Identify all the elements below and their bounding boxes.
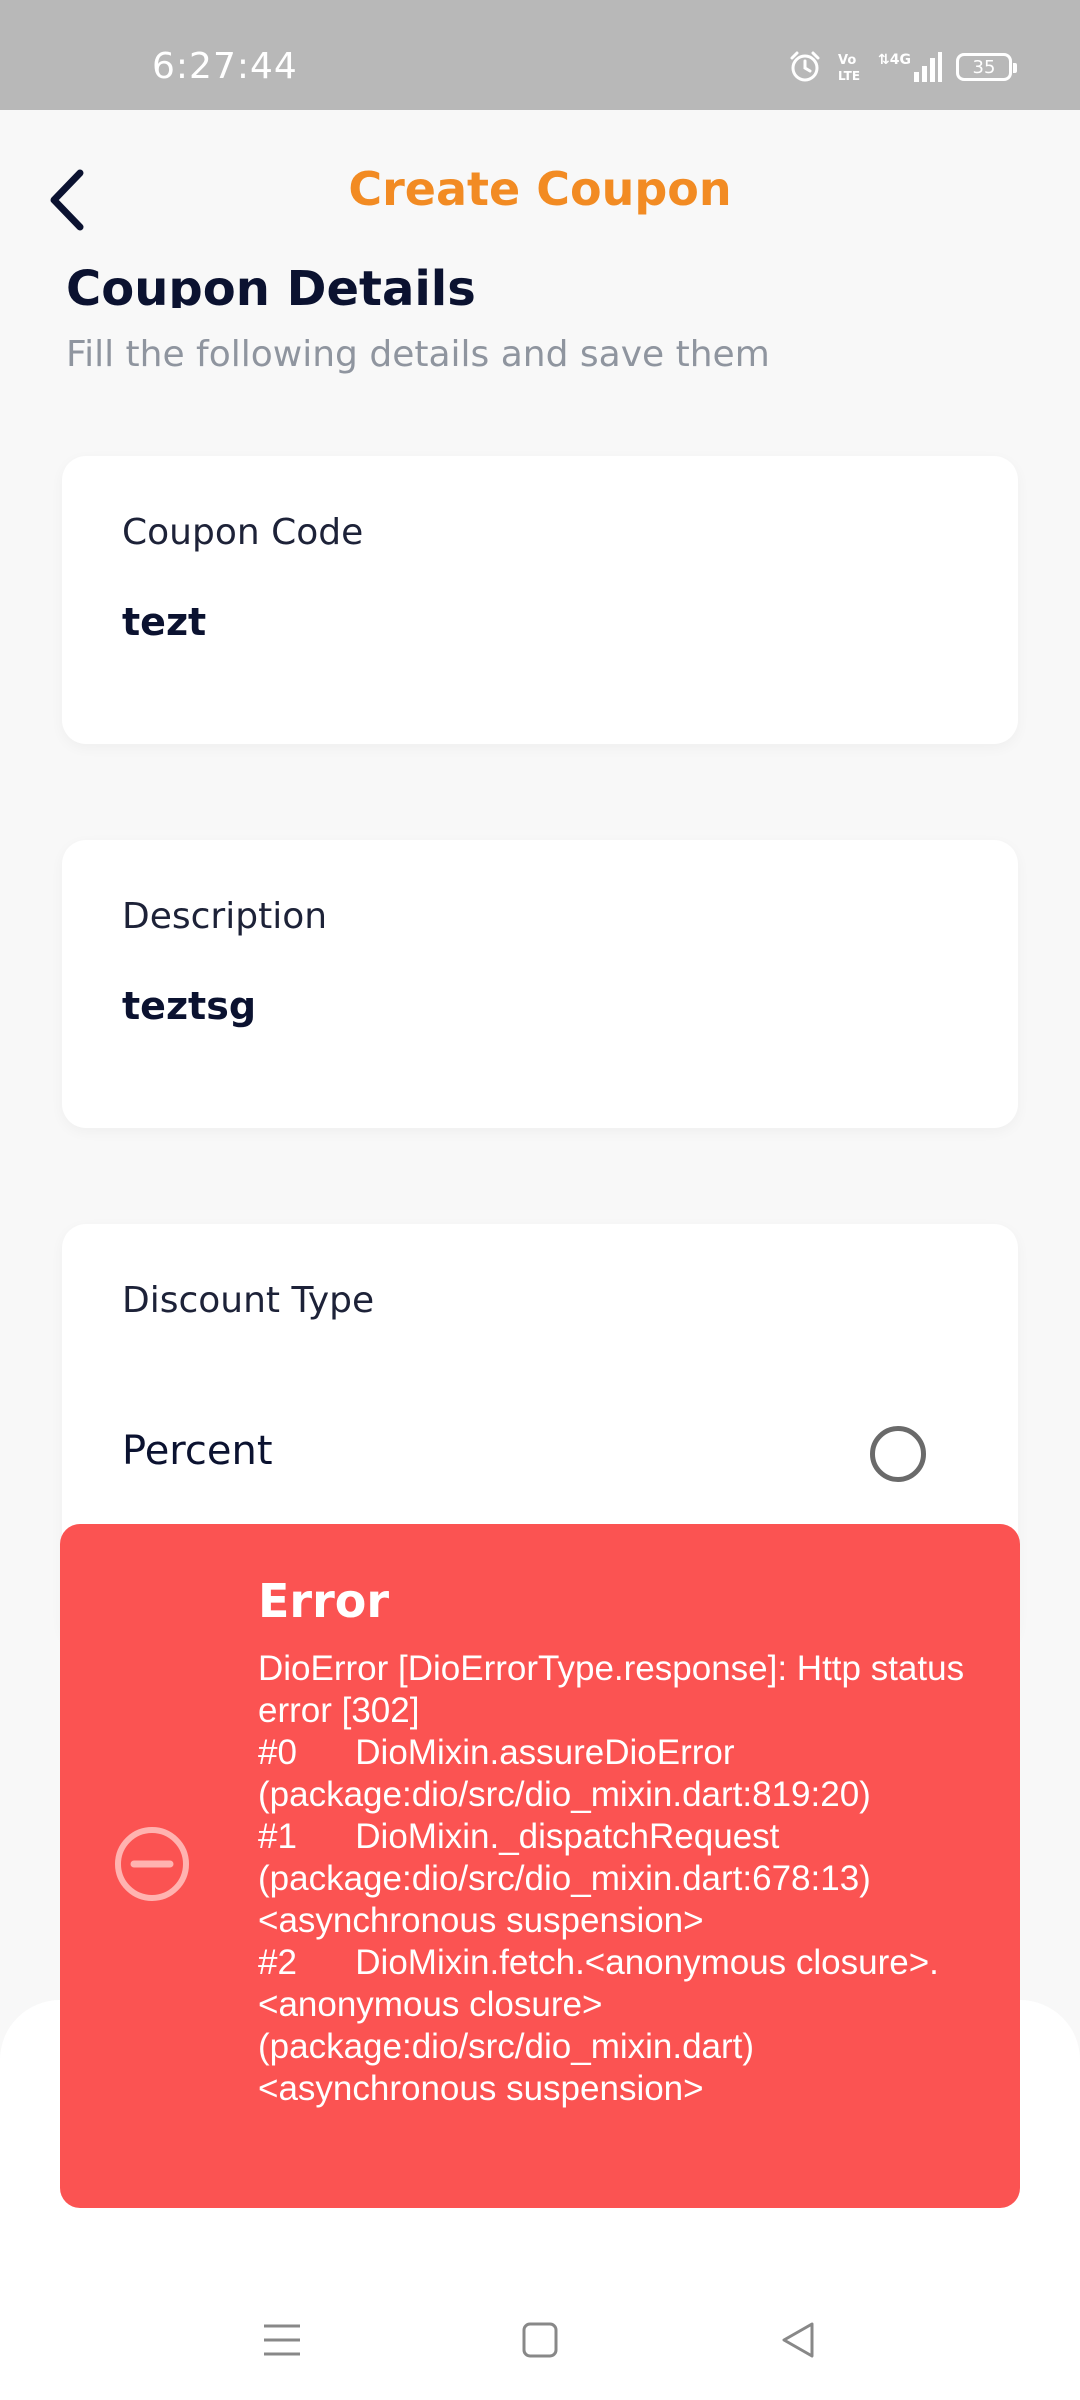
- volte-icon: Vo LTE: [836, 50, 864, 84]
- error-toast[interactable]: Error DioError [DioErrorType.response]: …: [60, 1524, 1020, 2208]
- minus-circle-icon: [115, 1827, 189, 1901]
- coupon-code-label: Coupon Code: [122, 512, 364, 553]
- home-square-icon: [522, 2322, 558, 2358]
- system-nav-bar: [0, 2280, 1080, 2400]
- status-icons: Vo LTE ⇅4G 35: [788, 50, 1017, 84]
- battery-level: 35: [972, 56, 996, 78]
- coupon-code-value[interactable]: tezt: [122, 600, 206, 644]
- svg-text:LTE: LTE: [838, 69, 860, 83]
- menu-icon: [264, 2324, 300, 2356]
- status-bar: 6:27:44 Vo LTE ⇅4G 35: [0, 0, 1080, 110]
- description-label: Description: [122, 896, 328, 937]
- section-subtitle: Fill the following details and save them: [66, 334, 770, 375]
- error-title: Error: [258, 1574, 390, 1628]
- status-time: 6:27:44: [152, 46, 298, 87]
- app-bar: Create Coupon: [0, 110, 1080, 270]
- back-triangle-icon: [782, 2322, 814, 2358]
- svg-text:Vo: Vo: [838, 53, 856, 68]
- coupon-code-field[interactable]: Coupon Code tezt: [62, 456, 1018, 744]
- svg-text:⇅4G: ⇅4G: [878, 52, 911, 68]
- home-button[interactable]: [500, 2300, 580, 2380]
- 4g-signal-icon: ⇅4G: [878, 50, 942, 84]
- page-title: Create Coupon: [348, 162, 732, 216]
- discount-option-percent[interactable]: Percent: [62, 1414, 1018, 1494]
- recents-button[interactable]: [242, 2300, 322, 2380]
- battery-icon: 35: [956, 53, 1017, 81]
- percent-option-label: Percent: [122, 1428, 273, 1474]
- description-value[interactable]: teztsg: [122, 984, 256, 1028]
- section-title: Coupon Details: [66, 261, 476, 308]
- percent-radio-button[interactable]: [870, 1426, 926, 1482]
- back-nav-button[interactable]: [758, 2300, 838, 2380]
- description-field[interactable]: Description teztsg: [62, 840, 1018, 1128]
- discount-type-label: Discount Type: [122, 1280, 375, 1321]
- alarm-icon: [788, 50, 822, 84]
- error-message: DioError [DioErrorType.response]: Http s…: [258, 1649, 965, 2108]
